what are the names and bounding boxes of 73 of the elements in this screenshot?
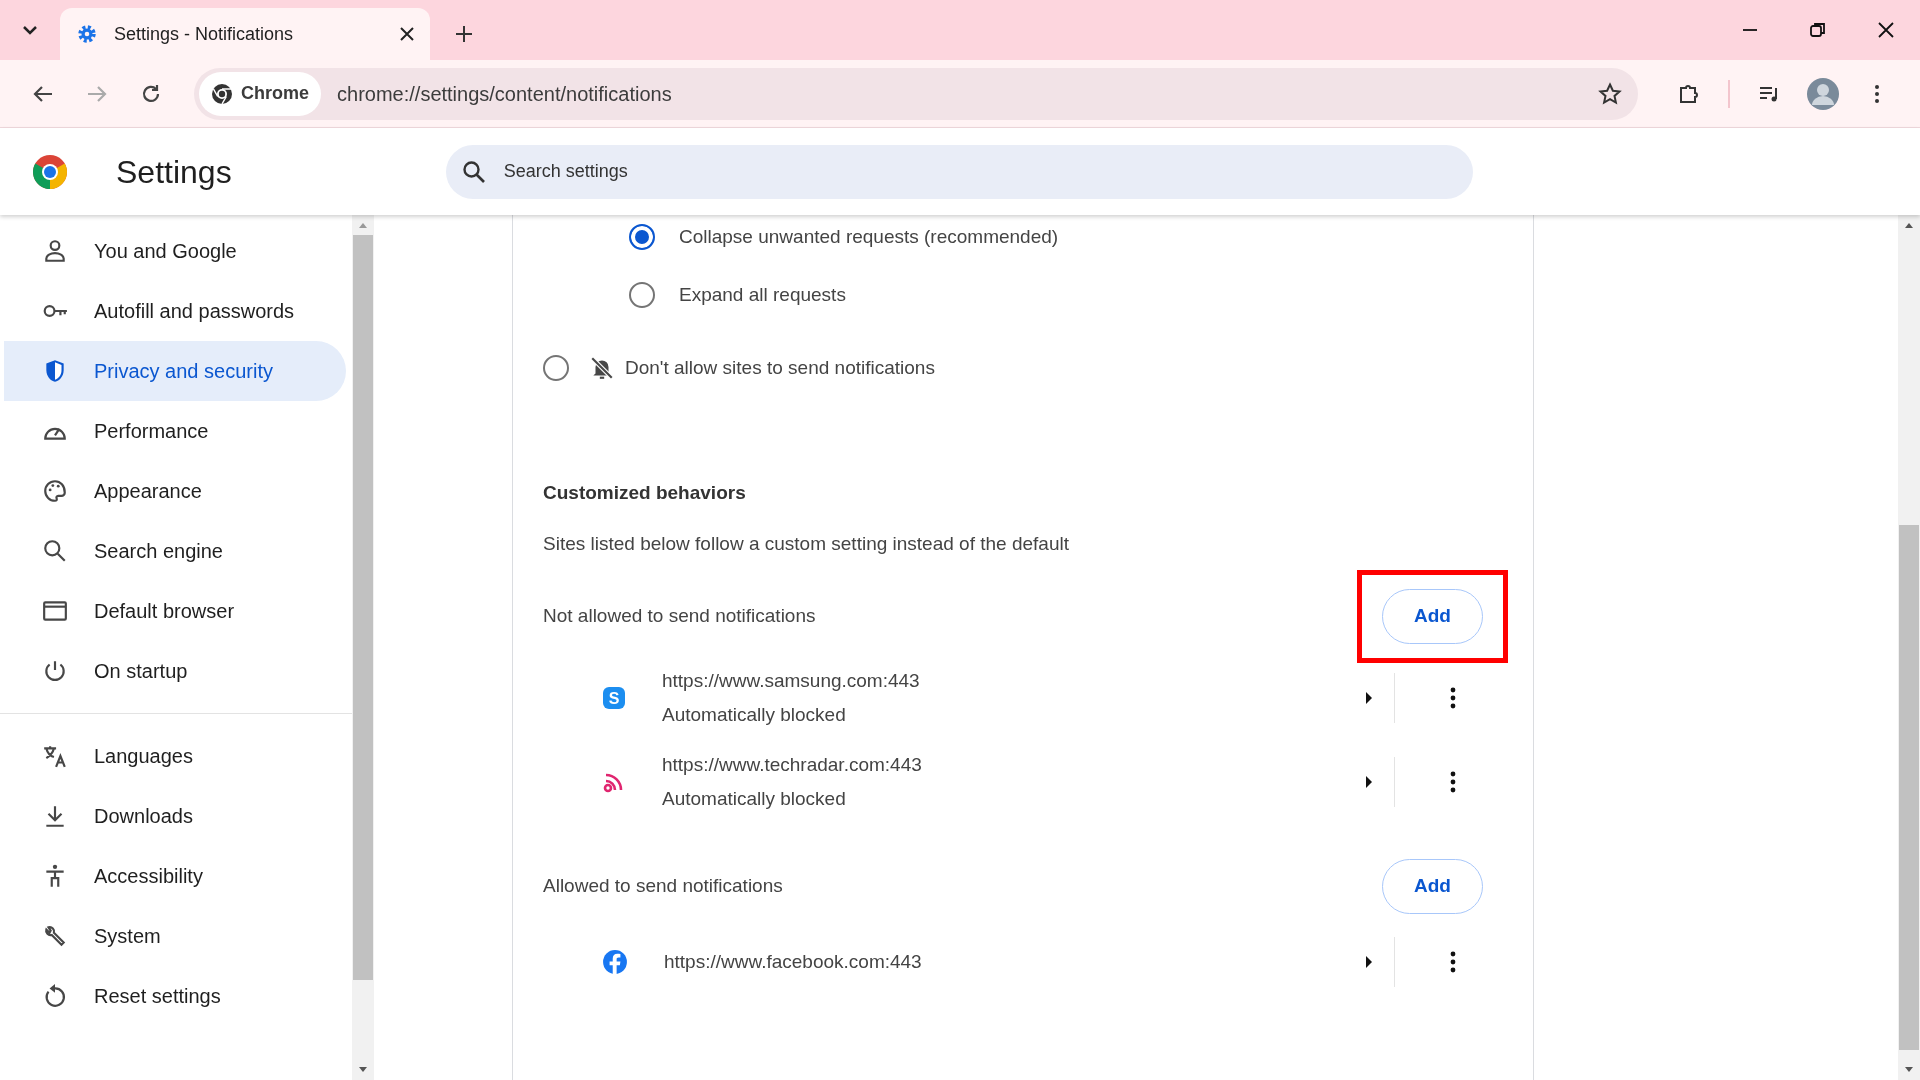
radio-button[interactable] [629,224,655,250]
wrench-icon [42,923,68,949]
reload-icon [140,82,162,105]
chevron-down-icon [22,25,38,35]
site-url: https://www.techradar.com:443 [662,752,923,777]
url-text: chrome://settings/content/notifications [337,81,673,107]
more-vertical-icon [1450,951,1456,973]
scrollbar-thumb[interactable] [353,235,373,980]
page-title: Settings [116,152,232,192]
site-url: https://www.facebook.com:443 [664,949,923,974]
site-chip[interactable]: Chrome [199,71,321,116]
sidebar-item[interactable]: Appearance [4,461,346,521]
bookmark-button[interactable] [1598,81,1622,106]
more-vertical-icon [1450,771,1456,793]
gear-icon [76,23,98,45]
scrollbar-thumb[interactable] [1899,525,1919,1050]
list-heading: Allowed to send notifications [543,873,783,898]
plus-icon [454,24,474,44]
bell-off-icon [589,355,615,381]
add-button[interactable]: Add [1382,588,1483,644]
section-heading: Customized behaviors [543,481,747,505]
sidebar-item[interactable]: Accessibility [4,846,346,906]
section-description: Sites listed below follow a custom setting instead of the default [543,531,1070,556]
search-icon [461,159,486,184]
sidebar-item[interactable]: Downloads [4,786,346,846]
site-status: Automatically blocked [662,703,847,727]
site-status: Automatically blocked [662,787,847,811]
search-input[interactable]: Search settings [501,157,1457,186]
letter-favicon-icon: S [602,686,626,710]
caret-right-icon [1364,691,1374,705]
sidebar-item[interactable]: You and Google [4,221,346,281]
restore-icon [1809,21,1827,39]
option-label: Don't allow sites to send notifications [625,355,935,380]
add-button[interactable]: Add [1382,858,1483,914]
search-field[interactable]: Search settings [445,144,1473,199]
option-label: Collapse unwanted requests (recommended) [679,224,1059,249]
sidebar-item[interactable]: Search engine [4,521,346,581]
radio-button[interactable] [543,355,569,381]
browser-tab[interactable]: Settings - Notifications [60,8,430,60]
more-vertical-icon [1450,687,1456,709]
facebook-logo-icon [602,949,628,975]
sidebar-item[interactable]: Reset settings [4,966,346,1026]
chrome-logo-icon [211,82,233,105]
puzzle-piece-icon [1678,82,1700,105]
star-icon [1598,81,1622,106]
sidebar-item[interactable]: On startup [4,641,346,701]
sidebar-item[interactable]: Privacy and security [4,341,346,401]
list-heading: Not allowed to send notifications [543,603,816,628]
sidebar-item[interactable]: System [4,906,346,966]
minimize-icon [1742,29,1758,31]
tab-title: Settings - Notifications [114,22,294,46]
sidebar-item[interactable]: Default browser [4,581,346,641]
close-icon [1877,21,1895,39]
sidebar-item[interactable]: Performance [4,401,346,461]
close-tab-button[interactable] [400,27,414,41]
option-label: Expand all requests [679,282,846,307]
search-icon [42,538,68,564]
palette-icon [42,478,68,504]
chrome-logo-icon [32,153,68,190]
close-icon [400,27,414,41]
person-icon [42,238,68,264]
site-url: https://www.samsung.com:443 [662,668,921,693]
caret-right-icon [1364,775,1374,789]
more-vertical-icon [1875,84,1879,103]
power-icon [42,658,68,684]
sidebar-item[interactable]: Languages [4,726,346,786]
address-bar[interactable]: Chrome chrome://settings/content/notifications [194,67,1638,120]
sidebar-item[interactable]: Autofill and passwords [4,281,346,341]
caret-right-icon [1364,955,1374,969]
avatar-icon [1807,77,1839,110]
window-icon [42,598,68,624]
translate-icon [42,743,68,769]
radio-button[interactable] [629,282,655,308]
